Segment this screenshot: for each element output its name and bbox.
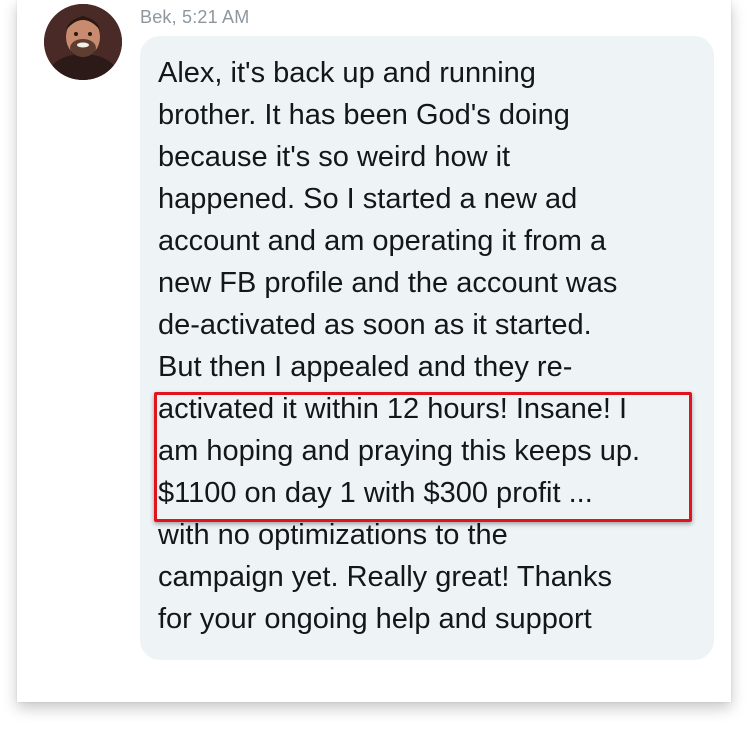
message-line: account and am operating it from a [158,225,607,257]
message-line: But then I appealed and they re- [158,351,573,383]
message-line: campaign yet. Really great! Thanks [158,561,613,593]
message-line: new FB profile and the account was [158,267,618,299]
message-line: de-activated as soon as it started. [158,309,592,341]
message-line: Alex, it's back up and running [158,57,536,89]
message-line: brother. It has been God's doing [158,99,570,131]
message-line: happened. So I started a new ad [158,183,578,215]
message-line: for your ongoing help and support [158,603,592,635]
highlight-box [154,392,692,522]
avatar[interactable] [44,4,122,80]
message-line: because it's so weird how it [158,141,511,173]
message-text: Alex, it's back up and running brother. … [158,52,718,640]
message-sender-time: Bek, 5:21 AM [140,7,250,27]
avatar-photo-icon [44,4,122,80]
